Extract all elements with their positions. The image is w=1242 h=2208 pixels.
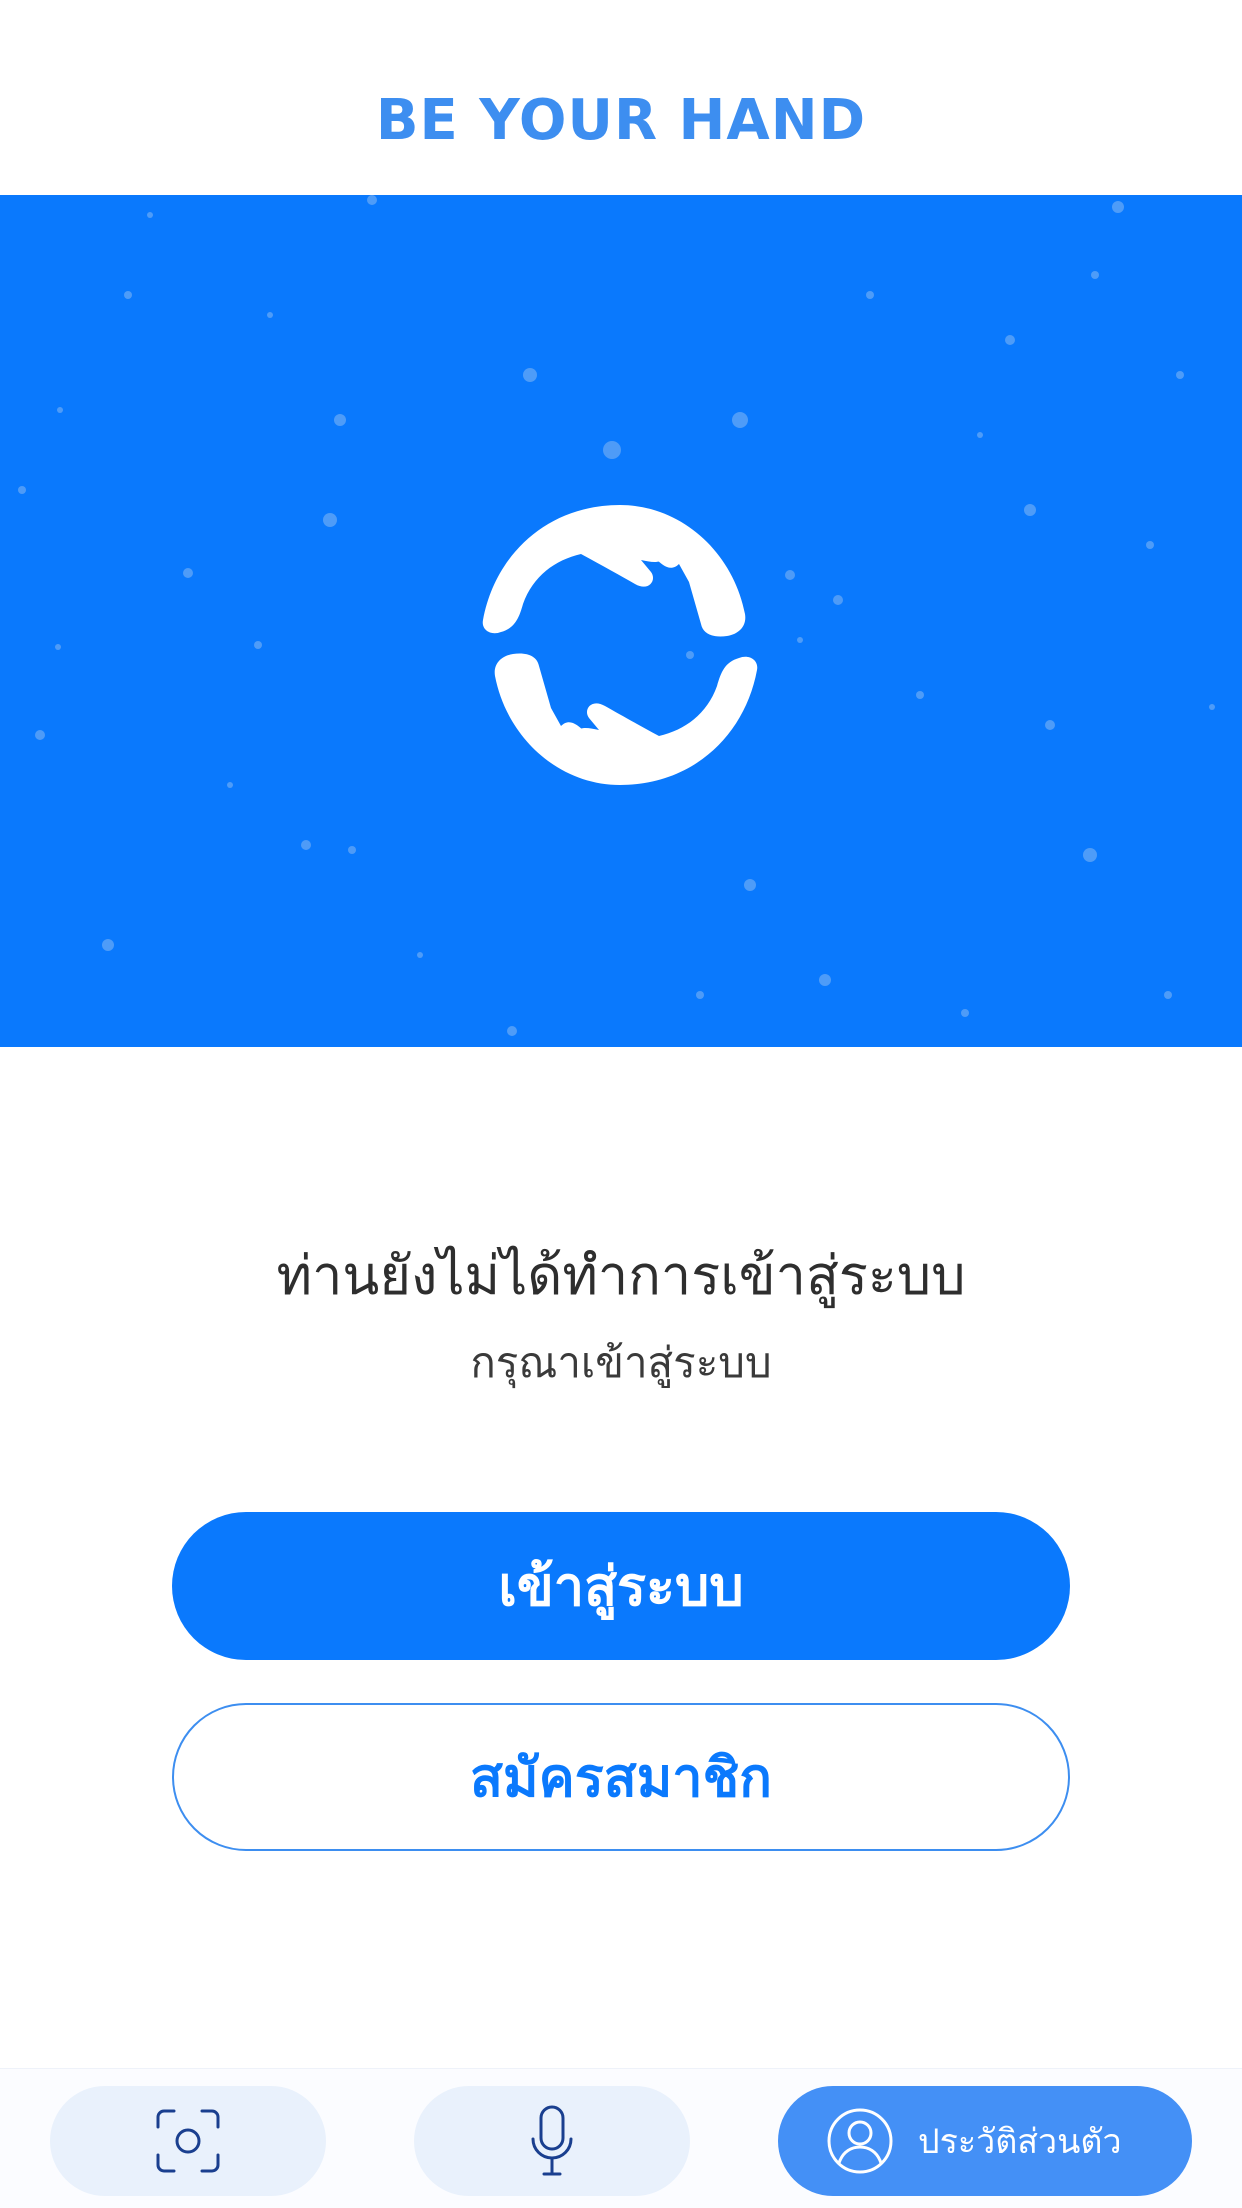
camera-scan-icon xyxy=(156,2109,220,2173)
bottom-navigation: ประวัติส่วนตัว xyxy=(0,2068,1242,2208)
microphone-icon xyxy=(531,2105,573,2176)
nav-camera-button[interactable] xyxy=(50,2086,326,2196)
app-title: BE YOUR HAND xyxy=(375,88,867,153)
login-button[interactable]: เข้าสู่ระบบ xyxy=(172,1512,1070,1660)
user-avatar-icon xyxy=(827,2108,893,2174)
nav-profile-label: ประวัติส่วนตัว xyxy=(918,2122,1122,2162)
hero-banner xyxy=(0,195,1242,1047)
please-login-subline: กรุณาเข้าสู่ระบบ xyxy=(470,1338,772,1387)
nav-profile-button[interactable]: ประวัติส่วนตัว xyxy=(778,2086,1192,2196)
register-button[interactable]: สมัครสมาชิก xyxy=(172,1703,1070,1851)
nav-microphone-button[interactable] xyxy=(414,2086,690,2196)
not-logged-in-headline: ท่านยังไม่ได้ทำการเข้าสู่ระบบ xyxy=(276,1244,966,1307)
helping-hands-circle-icon xyxy=(482,505,758,785)
login-required-screen: BE YOUR HAND ท่านยังไม่ได้ทำการเข้าสู่ระ… xyxy=(0,0,1242,2208)
